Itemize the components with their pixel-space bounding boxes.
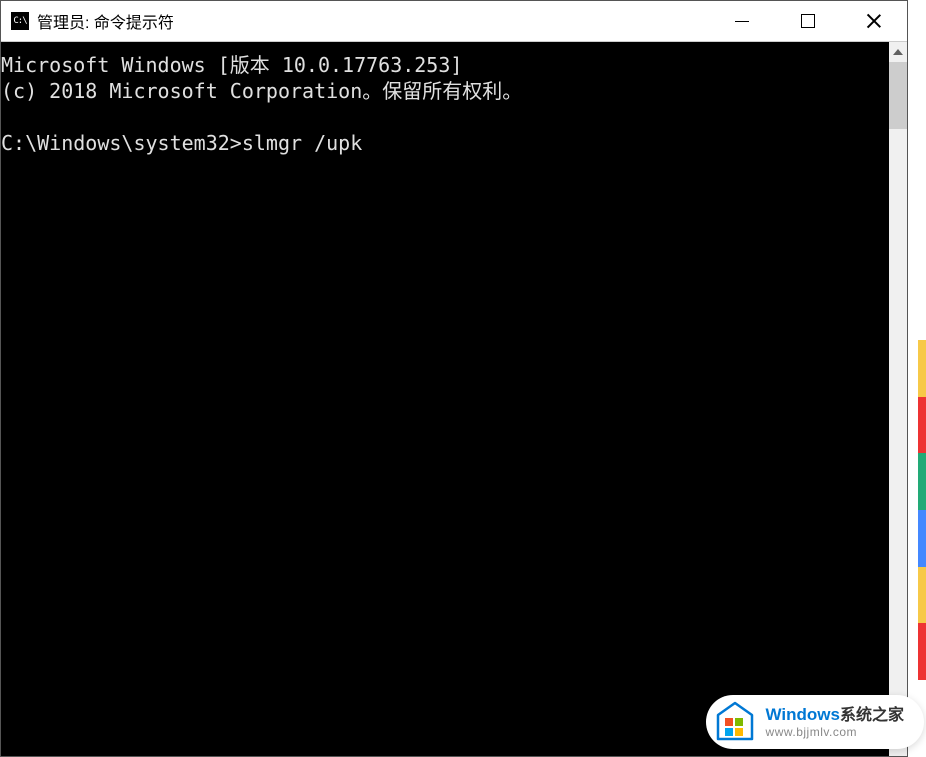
chevron-up-icon	[893, 49, 903, 55]
window-controls	[709, 1, 907, 41]
vertical-scrollbar[interactable]	[889, 42, 907, 756]
watermark-badge: Windows 系统之家 www.bjjmlv.com	[706, 695, 924, 749]
terminal-prompt: C:\Windows\system32>	[1, 131, 242, 155]
command-prompt-window: C:\ 管理员: 命令提示符 Microsoft Windows [版本 10.…	[0, 0, 908, 757]
title-left: C:\ 管理员: 命令提示符	[1, 9, 709, 33]
decorative-strip	[918, 340, 926, 680]
terminal-content: Microsoft Windows [版本 10.0.17763.253] (c…	[1, 42, 907, 156]
close-icon	[866, 13, 882, 29]
maximize-button[interactable]	[775, 1, 841, 41]
cmd-icon: C:\	[11, 12, 29, 30]
titlebar[interactable]: C:\ 管理员: 命令提示符	[1, 1, 907, 42]
scroll-thumb[interactable]	[889, 62, 907, 129]
watermark-logo-icon	[714, 701, 756, 743]
watermark-title: Windows 系统之家	[766, 705, 904, 725]
maximize-icon	[801, 14, 815, 28]
watermark-brand-cn: 系统之家	[840, 706, 904, 725]
terminal-line-version: Microsoft Windows [版本 10.0.17763.253]	[1, 53, 462, 77]
minimize-button[interactable]	[709, 1, 775, 41]
watermark-url: www.bjjmlv.com	[766, 725, 904, 739]
terminal-line-copyright: (c) 2018 Microsoft Corporation。保留所有权利。	[1, 79, 522, 103]
minimize-icon	[735, 21, 749, 22]
window-title: 管理员: 命令提示符	[37, 9, 174, 33]
scroll-up-button[interactable]	[889, 42, 907, 62]
watermark-brand-en: Windows	[766, 705, 840, 725]
watermark-text: Windows 系统之家 www.bjjmlv.com	[766, 705, 904, 740]
terminal-command: slmgr /upk	[242, 131, 362, 155]
terminal-area[interactable]: Microsoft Windows [版本 10.0.17763.253] (c…	[1, 42, 907, 756]
close-button[interactable]	[841, 1, 907, 41]
